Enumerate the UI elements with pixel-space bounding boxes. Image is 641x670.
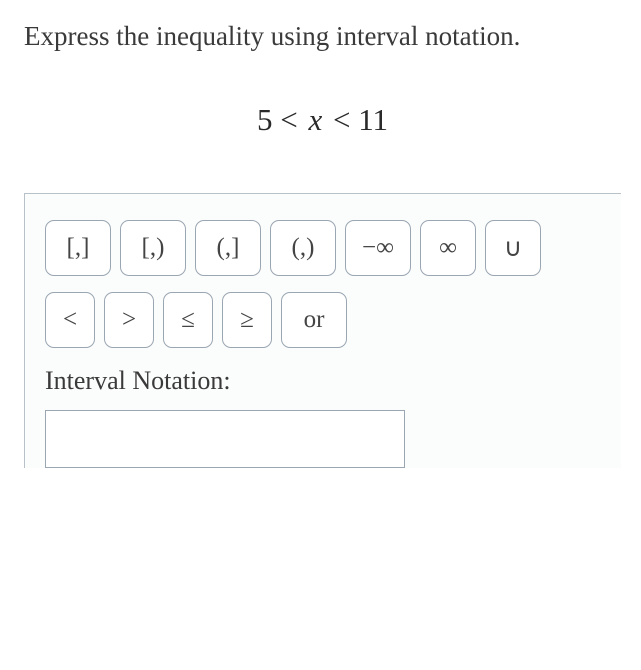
inequality-expression: 5 < x < 11 (24, 102, 621, 138)
infinity-button[interactable]: ∞ (420, 220, 476, 276)
page-container: Express the inequality using interval no… (0, 0, 641, 468)
union-button[interactable]: ∪ (485, 220, 541, 276)
greater-than-button[interactable]: > (104, 292, 154, 348)
less-than-button[interactable]: < (45, 292, 95, 348)
expr-left: 5 (257, 102, 273, 137)
geq-button[interactable]: ≥ (222, 292, 272, 348)
closed-open-button[interactable]: [,) (120, 220, 186, 276)
expr-right: 11 (358, 102, 388, 137)
open-open-button[interactable]: (,) (270, 220, 336, 276)
closed-closed-button[interactable]: [,] (45, 220, 111, 276)
expr-op1: < (280, 102, 297, 137)
open-closed-button[interactable]: (,] (195, 220, 261, 276)
question-prompt: Express the inequality using interval no… (24, 18, 621, 54)
neg-infinity-button[interactable]: −∞ (345, 220, 411, 276)
leq-button[interactable]: ≤ (163, 292, 213, 348)
button-row-1: [,] [,) (,] (,) −∞ ∞ ∪ (45, 220, 621, 276)
answer-label: Interval Notation: (45, 366, 621, 396)
expr-op2: < (333, 102, 350, 137)
interval-notation-input[interactable] (45, 410, 405, 468)
or-button[interactable]: or (281, 292, 347, 348)
input-panel: [,] [,) (,] (,) −∞ ∞ ∪ < > ≤ ≥ or Interv… (24, 193, 621, 468)
expr-var: x (308, 102, 322, 137)
button-row-2: < > ≤ ≥ or (45, 292, 621, 348)
